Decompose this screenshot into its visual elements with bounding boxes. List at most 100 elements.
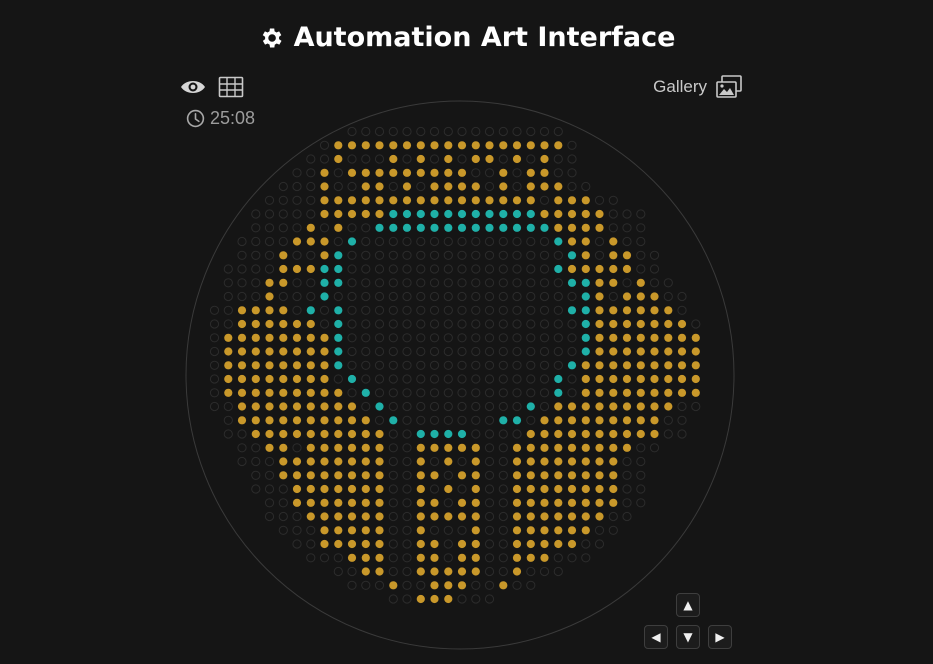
- dot-gold[interactable]: [554, 416, 563, 425]
- dot-empty[interactable]: [374, 264, 385, 274]
- dot-gold[interactable]: [650, 347, 659, 356]
- dot-empty[interactable]: [292, 250, 302, 260]
- dot-gold[interactable]: [292, 498, 302, 507]
- dot-empty[interactable]: [402, 291, 412, 302]
- dot-empty[interactable]: [471, 291, 481, 302]
- dot-empty[interactable]: [484, 126, 495, 137]
- dot-gold[interactable]: [416, 471, 425, 480]
- dot-gold[interactable]: [526, 196, 535, 205]
- dot-empty[interactable]: [292, 539, 302, 549]
- dot-gold[interactable]: [609, 388, 618, 397]
- dot-empty[interactable]: [471, 319, 481, 329]
- dot-empty[interactable]: [484, 539, 495, 549]
- dot-gold[interactable]: [320, 374, 329, 384]
- dot-gold[interactable]: [595, 512, 604, 521]
- dot-empty[interactable]: [471, 264, 481, 274]
- dot-empty[interactable]: [429, 319, 440, 329]
- dot-empty[interactable]: [484, 470, 495, 480]
- dot-gold[interactable]: [609, 498, 618, 507]
- dot-teal[interactable]: [526, 402, 535, 411]
- dot-gold[interactable]: [595, 292, 604, 301]
- dot-empty[interactable]: [237, 429, 247, 439]
- dot-gold[interactable]: [581, 361, 590, 370]
- dot-empty[interactable]: [567, 346, 577, 357]
- dot-teal[interactable]: [485, 209, 494, 219]
- dot-empty[interactable]: [402, 566, 412, 577]
- dot-gold[interactable]: [581, 223, 590, 232]
- dot-gold[interactable]: [279, 264, 288, 274]
- dot-empty[interactable]: [512, 168, 522, 178]
- dot-empty[interactable]: [622, 511, 632, 522]
- dot-empty[interactable]: [457, 291, 467, 302]
- dot-empty[interactable]: [429, 346, 440, 357]
- dot-empty[interactable]: [388, 594, 398, 604]
- dot-empty[interactable]: [388, 291, 398, 302]
- dot-gold[interactable]: [567, 402, 577, 411]
- dot-empty[interactable]: [374, 278, 385, 288]
- dot-gold[interactable]: [292, 333, 302, 342]
- dot-empty[interactable]: [526, 319, 536, 329]
- dot-empty[interactable]: [526, 333, 536, 343]
- dot-gold[interactable]: [430, 168, 439, 177]
- dot-empty[interactable]: [512, 374, 522, 384]
- dot-empty[interactable]: [361, 319, 371, 329]
- dot-empty[interactable]: [388, 264, 398, 274]
- dot-empty[interactable]: [429, 484, 440, 494]
- dot-empty[interactable]: [526, 291, 536, 302]
- dot-teal[interactable]: [554, 264, 563, 274]
- dot-empty[interactable]: [237, 291, 247, 302]
- dot-teal[interactable]: [540, 223, 549, 232]
- dot-gold[interactable]: [306, 512, 315, 521]
- dot-empty[interactable]: [484, 456, 495, 467]
- dot-gold[interactable]: [292, 374, 302, 384]
- dot-gold[interactable]: [567, 471, 577, 480]
- dot-empty[interactable]: [663, 278, 673, 288]
- dot-gold[interactable]: [251, 416, 260, 425]
- dot-gold[interactable]: [320, 484, 329, 494]
- dot-empty[interactable]: [333, 553, 343, 563]
- dot-teal[interactable]: [581, 292, 590, 301]
- dot-empty[interactable]: [292, 525, 302, 535]
- dot-gold[interactable]: [677, 333, 687, 342]
- dot-gold[interactable]: [622, 374, 632, 384]
- dot-empty[interactable]: [347, 305, 357, 315]
- dot-gold[interactable]: [512, 141, 522, 150]
- dot-gold[interactable]: [595, 388, 604, 397]
- dot-gold[interactable]: [664, 319, 673, 329]
- dot-gold[interactable]: [265, 388, 274, 397]
- dot-empty[interactable]: [402, 388, 412, 398]
- dot-gold[interactable]: [622, 251, 632, 260]
- dot-gold[interactable]: [320, 168, 329, 177]
- dot-gold[interactable]: [375, 457, 384, 466]
- dot-gold[interactable]: [457, 196, 467, 205]
- dot-gold[interactable]: [347, 512, 357, 521]
- dot-teal[interactable]: [471, 209, 480, 219]
- dot-gold[interactable]: [389, 168, 398, 177]
- dot-gold[interactable]: [636, 319, 645, 329]
- dot-gold[interactable]: [595, 484, 604, 494]
- dot-gold[interactable]: [279, 278, 288, 287]
- dot-empty[interactable]: [402, 346, 412, 357]
- dot-empty[interactable]: [498, 278, 508, 288]
- dot-gold[interactable]: [581, 526, 590, 535]
- dot-gold[interactable]: [664, 333, 673, 342]
- dot-empty[interactable]: [498, 374, 508, 384]
- dot-empty[interactable]: [333, 181, 343, 192]
- dot-empty[interactable]: [622, 223, 632, 233]
- dot-empty[interactable]: [526, 374, 536, 384]
- dot-empty[interactable]: [512, 250, 522, 260]
- dot-gold[interactable]: [499, 168, 508, 177]
- dot-empty[interactable]: [429, 264, 440, 274]
- dot-gold[interactable]: [691, 333, 700, 342]
- dot-gold[interactable]: [444, 484, 453, 494]
- dot-gold[interactable]: [609, 361, 618, 370]
- dot-gold[interactable]: [471, 567, 480, 576]
- dot-gold[interactable]: [554, 498, 563, 507]
- dot-empty[interactable]: [471, 250, 481, 260]
- dot-empty[interactable]: [347, 388, 357, 398]
- dot-empty[interactable]: [471, 346, 481, 357]
- dot-empty[interactable]: [209, 333, 220, 343]
- dot-teal[interactable]: [485, 223, 494, 232]
- dot-empty[interactable]: [526, 580, 536, 590]
- dot-canvas[interactable]: [0, 0, 933, 664]
